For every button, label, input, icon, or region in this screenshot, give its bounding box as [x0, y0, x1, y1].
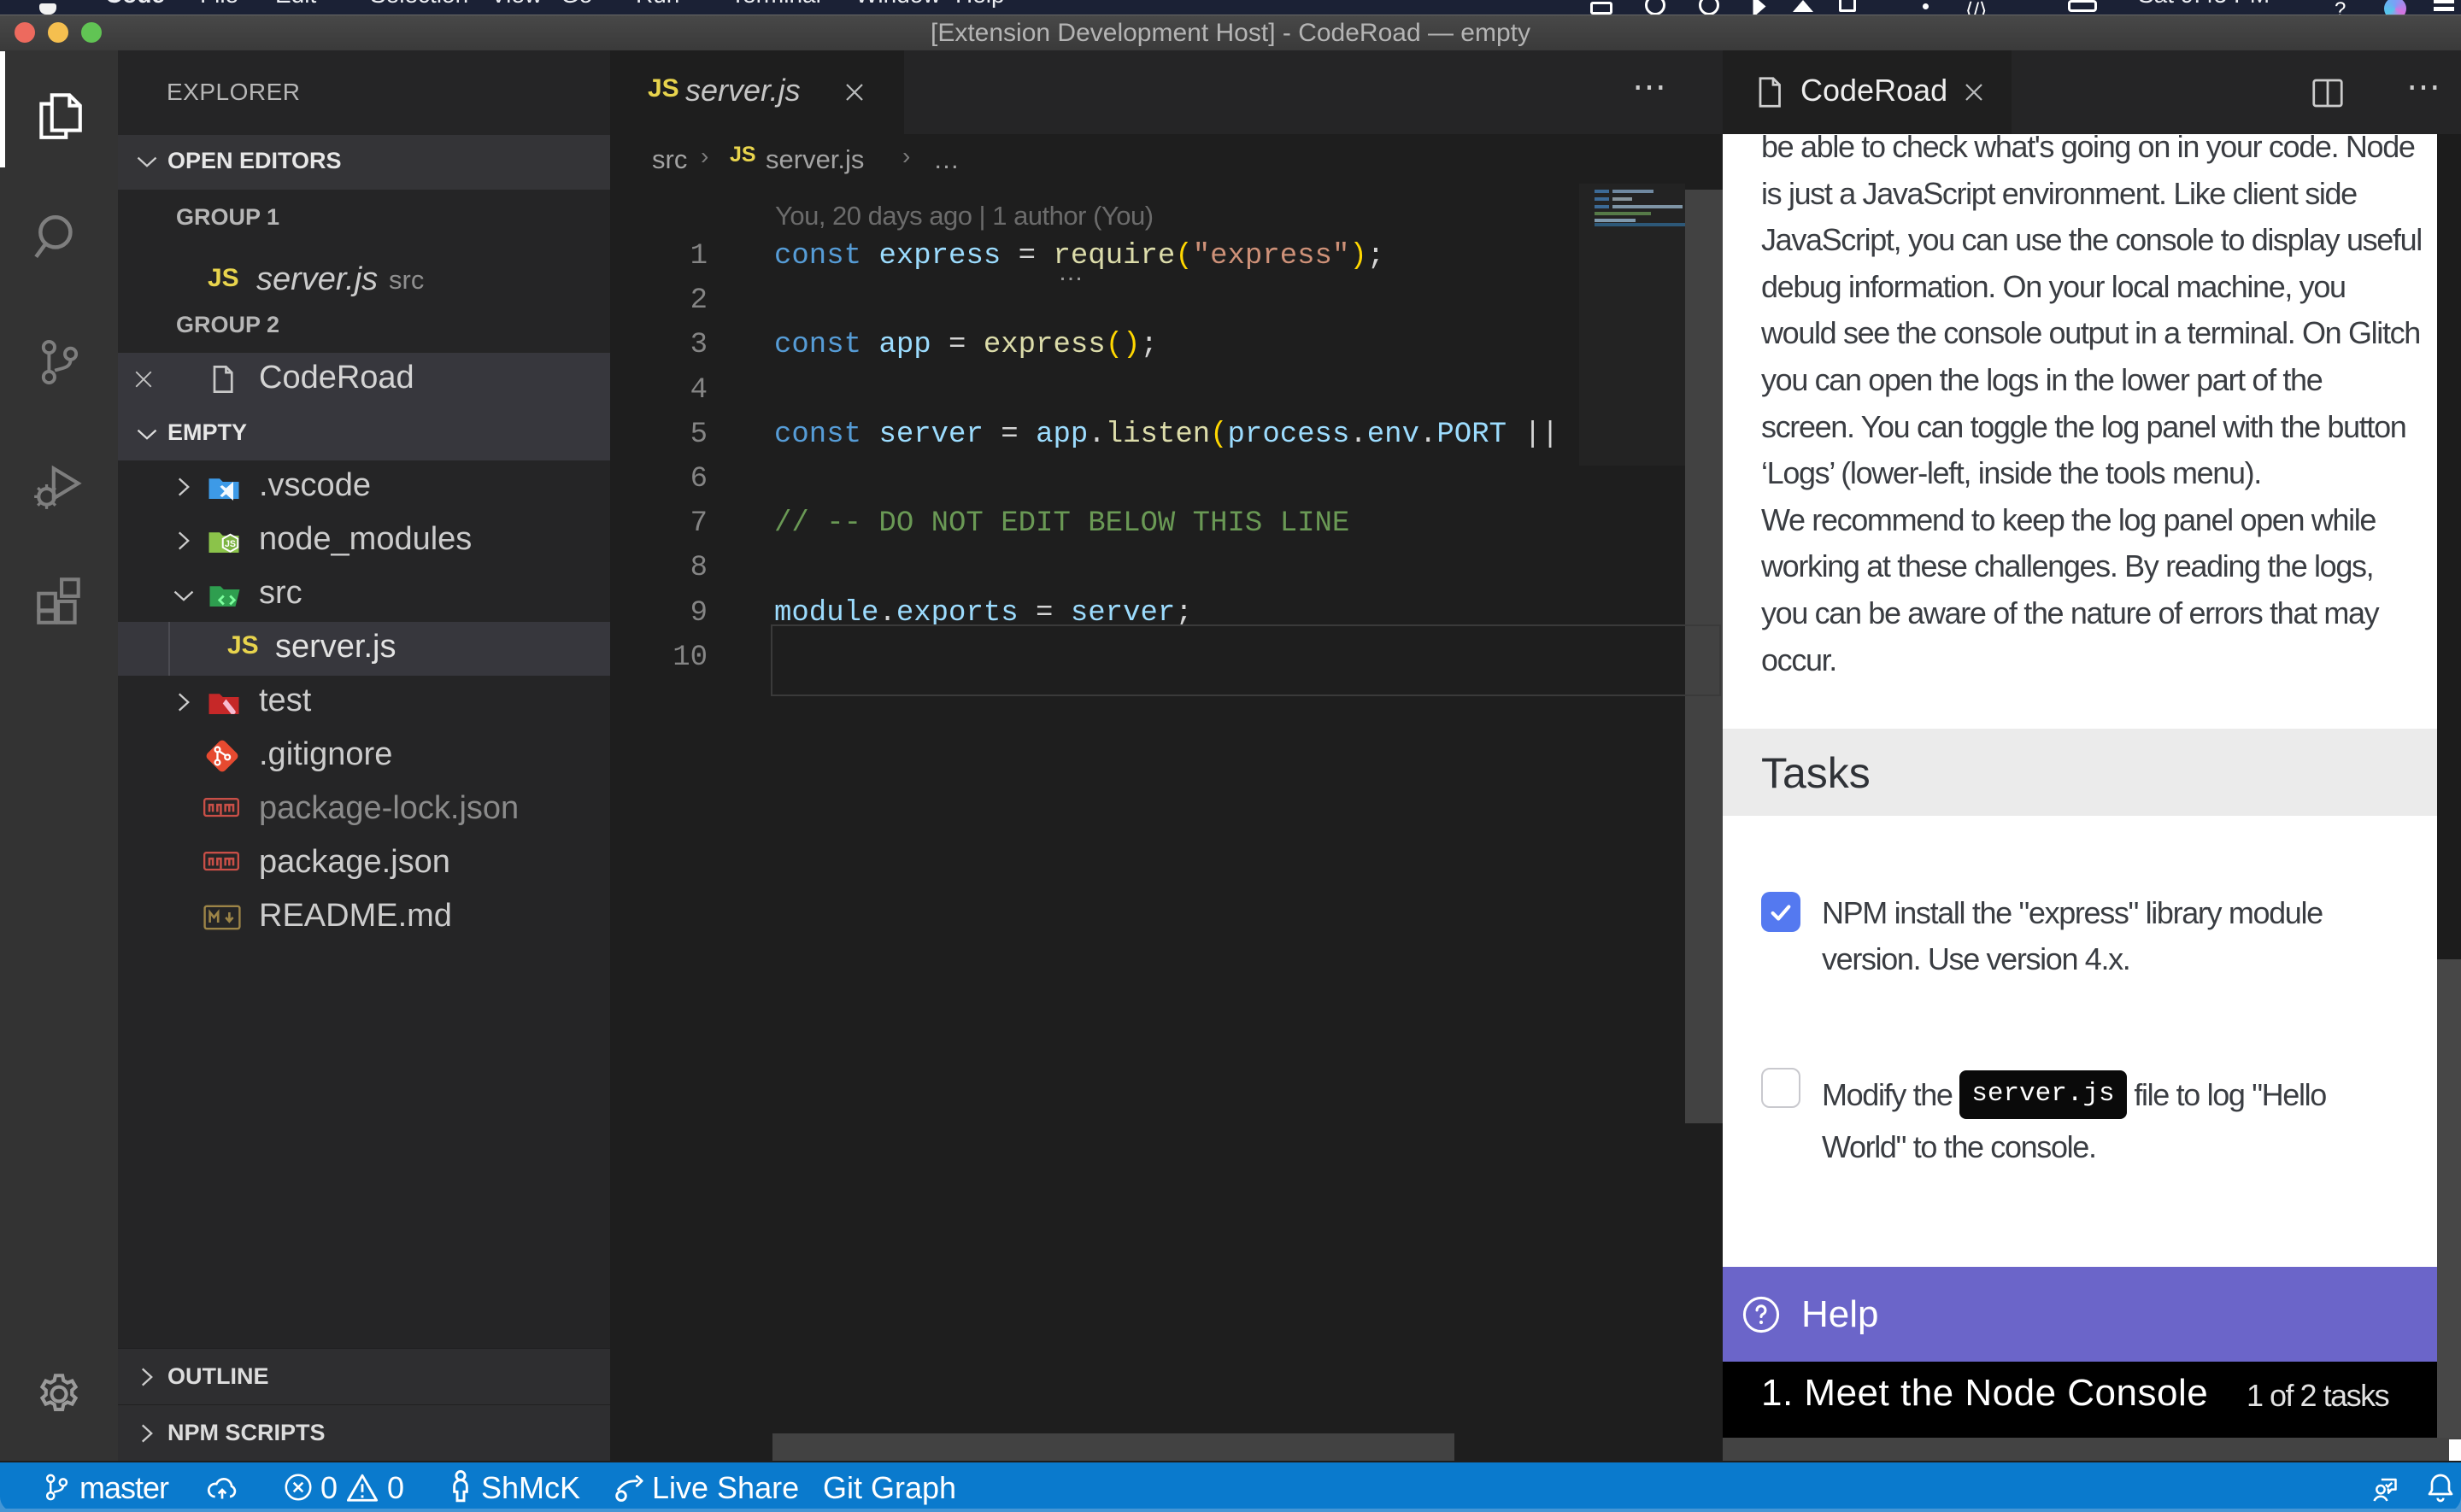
svg-text:JS: JS — [225, 539, 236, 549]
